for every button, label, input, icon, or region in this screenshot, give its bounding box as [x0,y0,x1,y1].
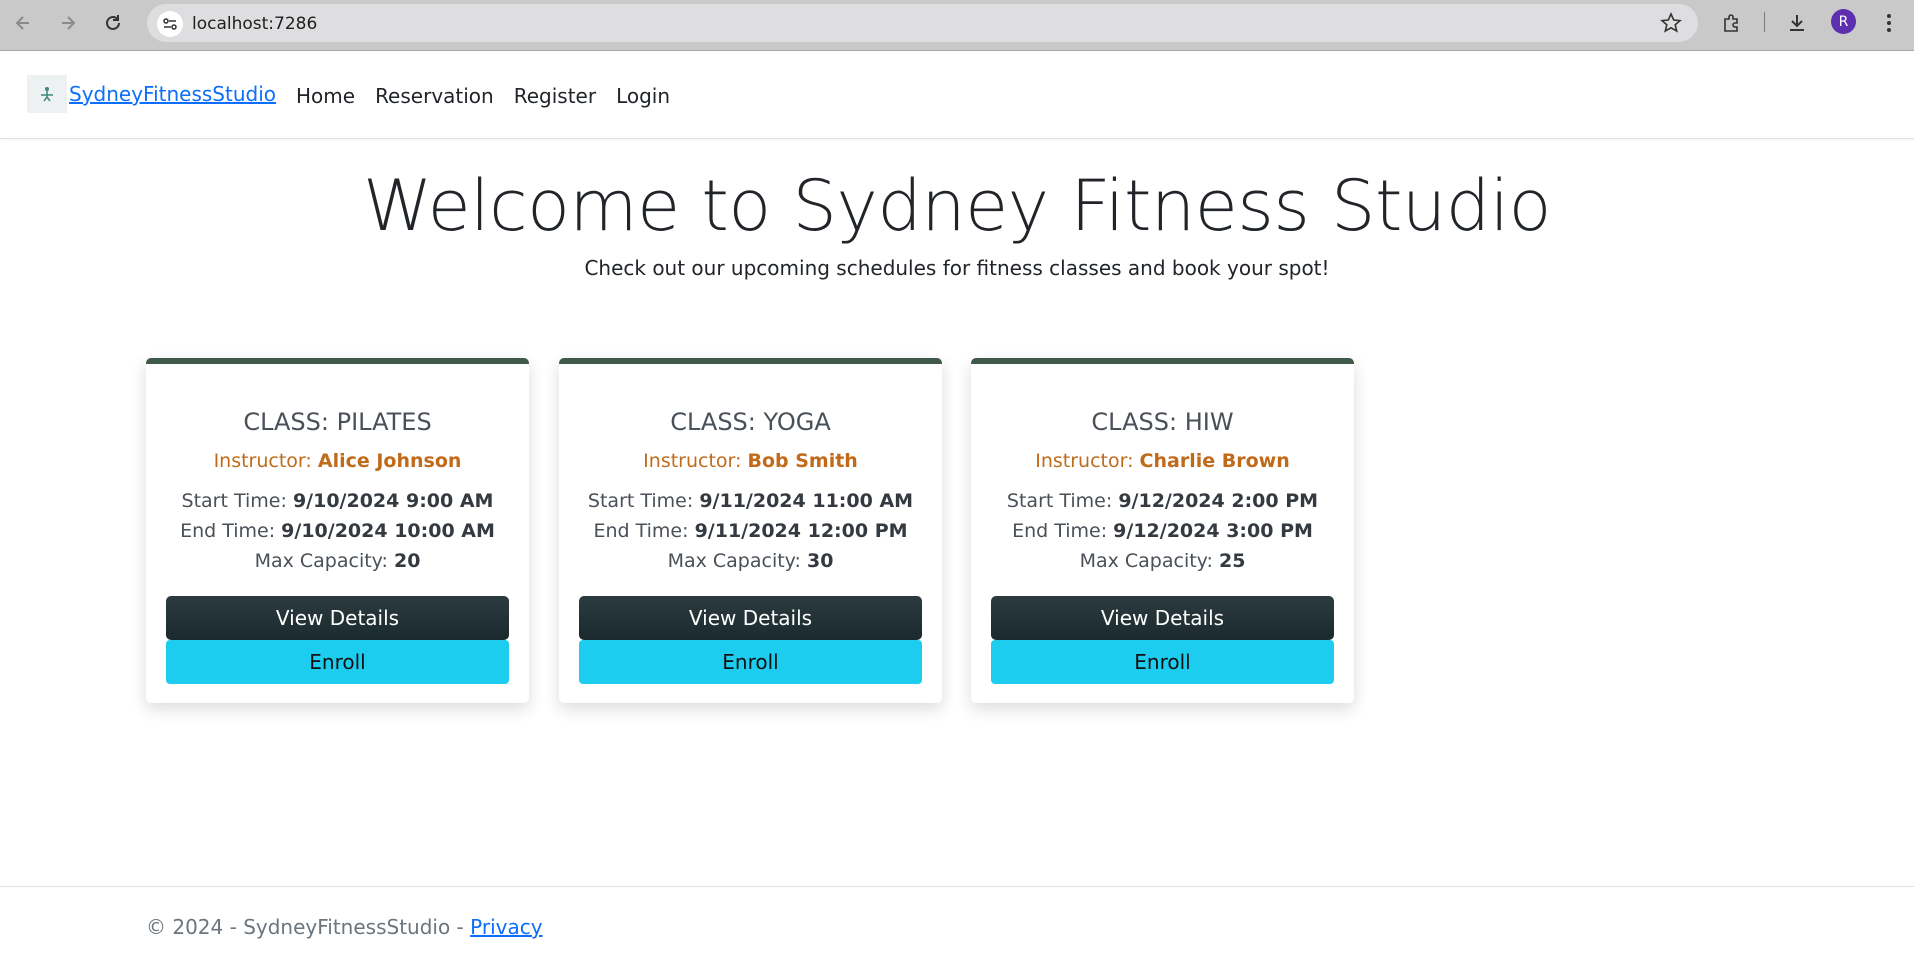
class-card-yoga: CLASS: YOGA Instructor: Bob Smith Start … [559,358,942,703]
main-nav: Home Reservation Register Login [296,84,690,108]
capacity-value: 20 [393,550,421,572]
class-info: Start Time: 9/10/2024 9:00 AM End Time: … [146,486,529,576]
start-label: Start Time: [587,490,694,512]
capacity-row: Max Capacity: 30 [559,546,942,576]
class-instructor: Instructor: Bob Smith [559,450,942,472]
download-icon[interactable] [1784,10,1810,36]
class-title: CLASS: YOGA [670,408,831,436]
end-time-row: End Time: 9/12/2024 3:00 PM [971,516,1354,546]
view-details-button[interactable]: View Details [991,596,1334,640]
instructor-name: Bob Smith [747,450,858,472]
extensions-icon[interactable] [1719,10,1745,36]
capacity-value: 30 [806,550,834,572]
class-card-hiw: CLASS: HIW Instructor: Charlie Brown Sta… [971,358,1354,703]
browser-toolbar: localhost:7286 R [0,0,1914,51]
nav-register[interactable]: Register [514,84,596,108]
capacity-row: Max Capacity: 20 [146,546,529,576]
end-time-value: 9/11/2024 12:00 PM [694,520,908,542]
view-details-button[interactable]: View Details [166,596,509,640]
capacity-row: Max Capacity: 25 [971,546,1354,576]
brand-link[interactable]: SydneyFitnessStudio [27,75,276,113]
capacity-value: 25 [1218,550,1246,572]
url-text[interactable]: localhost:7286 [192,14,317,34]
instructor-label: Instructor: [213,450,312,472]
address-bar[interactable]: localhost:7286 [147,4,1698,42]
capacity-label: Max Capacity: [667,550,801,572]
capacity-label: Max Capacity: [1079,550,1213,572]
end-time-row: End Time: 9/11/2024 12:00 PM [559,516,942,546]
start-time-row: Start Time: 9/12/2024 2:00 PM [971,486,1354,516]
profile-avatar[interactable]: R [1831,9,1856,34]
site-settings-icon[interactable] [157,11,183,37]
site-footer: © 2024 - SydneyFitnessStudio - Privacy [0,886,1914,962]
enroll-button[interactable]: Enroll [991,640,1334,684]
brand-name[interactable]: SydneyFitnessStudio [69,82,276,106]
back-arrow-icon[interactable] [10,10,36,36]
end-label: End Time: [593,520,689,542]
class-info: Start Time: 9/12/2024 2:00 PM End Time: … [971,486,1354,576]
nav-reservation[interactable]: Reservation [375,84,494,108]
bookmark-star-icon[interactable] [1660,12,1682,34]
start-time-value: 9/11/2024 11:00 AM [699,490,914,512]
class-card-pilates: CLASS: PILATES Instructor: Alice Johnson… [146,358,529,703]
class-info: Start Time: 9/11/2024 11:00 AM End Time:… [559,486,942,576]
page-title: Welcome to Sydney Fitness Studio [362,165,1552,247]
start-label: Start Time: [181,490,287,512]
class-instructor: Instructor: Alice Johnson [146,450,529,472]
end-time-row: End Time: 9/10/2024 10:00 AM [146,516,529,546]
page-subtitle: Check out our upcoming schedules for fit… [584,256,1330,280]
start-time-value: 9/12/2024 2:00 PM [1118,490,1319,512]
capacity-label: Max Capacity: [254,550,388,572]
start-time-row: Start Time: 9/10/2024 9:00 AM [146,486,529,516]
toolbar-divider [1764,12,1765,32]
brand-logo-icon [27,75,67,113]
end-label: End Time: [1012,520,1108,542]
start-label: Start Time: [1006,490,1113,512]
nav-login[interactable]: Login [616,84,670,108]
view-details-button[interactable]: View Details [579,596,922,640]
class-title: CLASS: HIW [1091,408,1234,436]
privacy-link[interactable]: Privacy [470,915,542,939]
enroll-button[interactable]: Enroll [579,640,922,684]
reload-icon[interactable] [100,10,126,36]
instructor-name: Charlie Brown [1139,450,1290,472]
nav-home[interactable]: Home [296,84,355,108]
start-time-value: 9/10/2024 9:00 AM [292,490,494,512]
site-navbar: SydneyFitnessStudio Home Reservation Reg… [0,51,1914,139]
instructor-label: Instructor: [1035,450,1134,472]
class-instructor: Instructor: Charlie Brown [971,450,1354,472]
end-time-value: 9/12/2024 3:00 PM [1113,520,1313,542]
class-title: CLASS: PILATES [243,408,432,436]
copyright-text: © 2024 - SydneyFitnessStudio - [146,915,471,939]
more-vert-icon[interactable] [1876,10,1902,36]
instructor-label: Instructor: [643,450,742,472]
forward-arrow-icon[interactable] [55,10,81,36]
footer-text: © 2024 - SydneyFitnessStudio - Privacy [146,915,543,939]
end-time-value: 9/10/2024 10:00 AM [281,520,495,542]
start-time-row: Start Time: 9/11/2024 11:00 AM [559,486,942,516]
instructor-name: Alice Johnson [317,450,462,472]
enroll-button[interactable]: Enroll [166,640,509,684]
end-label: End Time: [180,520,276,542]
